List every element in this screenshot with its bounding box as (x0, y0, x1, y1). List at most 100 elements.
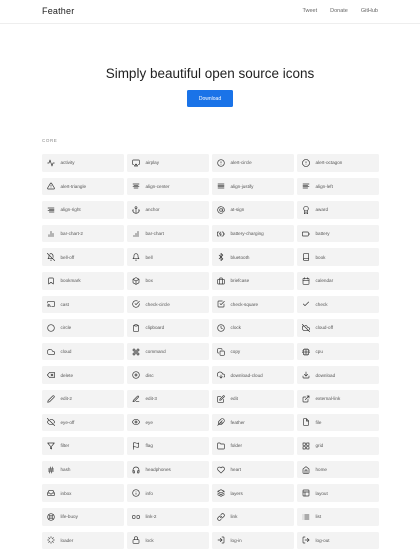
icon-tile-anchor[interactable]: anchor (127, 201, 209, 219)
icon-tile-headphones[interactable]: headphones (127, 460, 209, 479)
icon-tile-layers[interactable]: layers (212, 484, 294, 502)
at-sign-icon (217, 206, 225, 214)
icon-tile-link-2[interactable]: link-2 (127, 507, 209, 526)
link-icon (217, 513, 225, 521)
icon-tile-eye-off[interactable]: eye-off (42, 413, 124, 432)
icon-tile-label: hash (60, 467, 71, 473)
icon-tile-bell[interactable]: bell (127, 248, 209, 266)
icon-tile-label: align-justify (230, 183, 254, 189)
icon-tile-label: calendar (315, 278, 334, 284)
download-button[interactable]: Download (187, 90, 233, 107)
icon-tile-airplay[interactable]: airplay (127, 154, 209, 172)
icon-tile-flag[interactable]: flag (127, 437, 209, 455)
nav-donate-link[interactable]: Donate (330, 8, 348, 14)
icon-tile-hash[interactable]: hash (42, 460, 124, 479)
icon-tile-label: log-out (315, 537, 330, 543)
icon-tile-edit[interactable]: edit (212, 389, 294, 408)
icon-tile-eye[interactable]: eye (127, 413, 209, 432)
icon-tile-bar-chart-2[interactable]: bar-chart-2 (42, 224, 124, 243)
icon-tile-briefcase[interactable]: briefcase (212, 271, 294, 290)
edit-icon (217, 395, 225, 403)
icon-tile-heart[interactable]: heart (212, 460, 294, 479)
icon-tile-grid[interactable]: grid (297, 437, 379, 455)
icon-tile-edit-3[interactable]: edit-3 (127, 389, 209, 408)
logo[interactable]: Feather (42, 6, 74, 16)
icon-tile-clock[interactable]: clock (212, 319, 294, 337)
icon-tile-bluetooth[interactable]: bluetooth (212, 248, 294, 266)
icon-tile-activity[interactable]: activity (42, 154, 124, 172)
icon-tile-home[interactable]: home (297, 460, 379, 479)
icon-tile-list[interactable]: list (297, 507, 379, 526)
check-icon (302, 300, 310, 308)
icon-tile-clipboard[interactable]: clipboard (127, 319, 209, 337)
icon-tile-layout[interactable]: layout (297, 484, 379, 502)
icon-tile-bell-off[interactable]: bell-off (42, 248, 124, 266)
icon-tile-cloud-off[interactable]: cloud-off (297, 319, 379, 337)
icon-tile-file[interactable]: file (297, 413, 379, 432)
icon-tile-download[interactable]: download (297, 366, 379, 384)
icon-tile-filter[interactable]: filter (42, 437, 124, 455)
copy-icon (217, 347, 225, 356)
icon-tile-inbox[interactable]: inbox (42, 484, 124, 502)
icon-tile-check-circle[interactable]: check-circle (127, 295, 209, 314)
icon-tile-external-link[interactable]: external-link (297, 389, 379, 408)
calendar-icon (302, 277, 310, 285)
alert-circle-icon (217, 159, 225, 167)
icon-tile-book[interactable]: book (297, 248, 379, 266)
icon-tile-loader[interactable]: loader (42, 531, 124, 550)
icon-tile-bar-chart[interactable]: bar-chart (127, 224, 209, 243)
icon-tile-circle[interactable]: circle (42, 319, 124, 337)
icon-tile-label: bell (145, 254, 153, 260)
icon-tile-download-cloud[interactable]: download-cloud (212, 366, 294, 384)
icon-tile-log-out[interactable]: log-out (297, 531, 379, 550)
icon-tile-align-justify[interactable]: align-justify (212, 177, 294, 196)
icon-tile-copy[interactable]: copy (212, 342, 294, 361)
icon-tile-command[interactable]: command (127, 342, 209, 361)
icon-tile-bookmark[interactable]: bookmark (42, 271, 124, 290)
icon-tile-award[interactable]: award (297, 201, 379, 219)
icon-tile-cpu[interactable]: cpu (297, 342, 379, 361)
nav-github-link[interactable]: GitHub (361, 8, 378, 14)
icon-tile-label: flag (145, 443, 153, 449)
icon-tile-label: bookmark (60, 278, 81, 284)
icon-tile-align-center[interactable]: align-center (127, 177, 209, 196)
icon-tile-delete[interactable]: delete (42, 366, 124, 384)
eye-off-icon (47, 418, 55, 427)
icon-tile-calendar[interactable]: calendar (297, 271, 379, 290)
icon-tile-lock[interactable]: lock (127, 531, 209, 550)
icon-tile-cast[interactable]: cast (42, 295, 124, 314)
icon-tile-feather[interactable]: feather (212, 413, 294, 432)
bar-chart-2-icon (47, 230, 55, 238)
external-link-icon (302, 395, 310, 403)
icon-tile-edit-2[interactable]: edit-2 (42, 389, 124, 408)
icon-tile-align-right[interactable]: align-right (42, 201, 124, 219)
icon-tile-align-left[interactable]: align-left (297, 177, 379, 196)
icon-tile-check-square[interactable]: check-square (212, 295, 294, 314)
bell-icon (132, 253, 140, 261)
nav-tweet-link[interactable]: Tweet (302, 8, 317, 14)
icon-tile-alert-circle[interactable]: alert-circle (212, 154, 294, 172)
icon-tile-folder[interactable]: folder (212, 437, 294, 455)
icon-tile-label: box (145, 278, 153, 284)
icon-tile-battery-charging[interactable]: battery-charging (212, 224, 294, 243)
icon-tile-link[interactable]: link (212, 507, 294, 526)
icon-tile-label: cast (60, 301, 69, 307)
icon-tile-battery[interactable]: battery (297, 224, 379, 243)
icon-tile-label: command (145, 349, 166, 355)
icon-tile-life-buoy[interactable]: life-buoy (42, 507, 124, 526)
flag-icon (132, 442, 140, 450)
icon-tile-info[interactable]: info (127, 484, 209, 502)
icon-tile-label: book (315, 254, 326, 260)
icon-tile-alert-triangle[interactable]: alert-triangle (42, 177, 124, 196)
top-nav: Tweet Donate GitHub (302, 8, 378, 14)
icon-tile-at-sign[interactable]: at-sign (212, 201, 294, 219)
icon-tile-log-in[interactable]: log-in (212, 531, 294, 550)
icon-tile-check[interactable]: check (297, 295, 379, 314)
icon-tile-cloud[interactable]: cloud (42, 342, 124, 361)
icon-tile-alert-octagon[interactable]: alert-octagon (297, 154, 379, 172)
icon-tile-disc[interactable]: disc (127, 366, 209, 384)
disc-icon (132, 371, 140, 379)
icon-tile-label: circle (60, 325, 72, 331)
life-buoy-icon (47, 513, 55, 521)
icon-tile-box[interactable]: box (127, 271, 209, 290)
